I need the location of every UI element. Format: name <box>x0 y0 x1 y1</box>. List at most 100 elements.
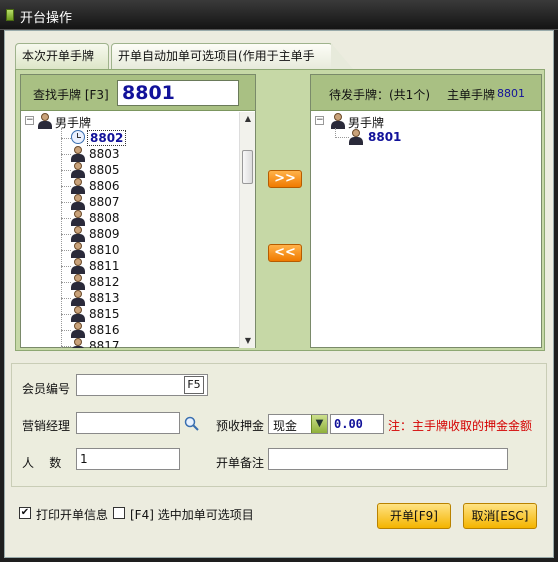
person-icon <box>71 242 85 258</box>
person-icon <box>71 274 85 290</box>
scroll-down-icon[interactable]: ▼ <box>240 334 256 348</box>
person-icon <box>71 162 85 178</box>
handcard-label: 8811 <box>89 259 120 273</box>
search-label: 查找手牌 [F3] <box>33 88 109 102</box>
handcard-panel: 查找手牌 [F3] 8801 − 男手牌 8802 8803 8805 8806 880… <box>15 69 545 351</box>
remark-label: 开单备注 <box>216 456 265 470</box>
collapse-icon[interactable]: − <box>25 116 34 125</box>
main-handcard-label: 主单手牌 <box>447 88 496 102</box>
deposit-method-value: 现金 <box>273 419 298 433</box>
tree-guide-line <box>61 250 71 251</box>
handcard-label: 8809 <box>89 227 120 241</box>
handcard-label: 8803 <box>89 147 120 161</box>
dialog-body: 本次开单手牌 开单自动加单可选项目(作用于主单手牌) 查找手牌 [F3] 880… <box>4 30 554 558</box>
person-icon <box>71 290 85 306</box>
person-icon <box>71 258 85 274</box>
scroll-thumb[interactable] <box>242 150 253 184</box>
deposit-amount-input[interactable]: 0.00 <box>330 414 384 434</box>
tab-current-handcards[interactable]: 本次开单手牌 <box>15 43 109 69</box>
handcard-label: 8816 <box>89 323 120 337</box>
pending-count-label: 待发手牌：(共1个) <box>329 88 430 102</box>
handcard-label: 8813 <box>89 291 120 305</box>
handcard-item[interactable]: 8803 <box>21 146 239 162</box>
select-add-items-label[interactable]: [F4] 选中加单可选项目 <box>130 506 254 523</box>
select-add-items-checkbox[interactable] <box>113 507 125 519</box>
cancel-button[interactable]: 取消[ESC] <box>463 503 537 529</box>
search-input[interactable]: 8801 <box>117 80 239 106</box>
tree-guide-line <box>61 346 71 347</box>
tree-guide-line <box>61 234 71 235</box>
print-info-checkbox[interactable]: ✔ <box>19 507 31 519</box>
handcard-label: 8805 <box>89 163 120 177</box>
handcard-item[interactable]: 8808 <box>21 210 239 226</box>
window-title: 开台操作 <box>20 11 73 26</box>
handcard-item[interactable]: 8815 <box>21 306 239 322</box>
person-icon <box>71 146 85 162</box>
tree-guide-line <box>61 330 71 331</box>
tree-guide-line <box>61 266 71 267</box>
person-icon <box>349 129 363 145</box>
deposit-method-select[interactable]: 现金 ▼ <box>268 414 328 434</box>
tree-guide-line <box>61 282 71 283</box>
tree-guide-line <box>61 314 71 315</box>
handcard-item[interactable]: 8816 <box>21 322 239 338</box>
title-bar[interactable]: 开台操作 <box>0 0 558 30</box>
handcard-item[interactable]: 8809 <box>21 226 239 242</box>
handcard-item[interactable]: 8810 <box>21 242 239 258</box>
person-icon <box>331 113 345 129</box>
deposit-label: 预收押金 <box>216 419 265 433</box>
remove-handcard-button[interactable]: << <box>268 244 302 262</box>
person-icon <box>71 178 85 194</box>
member-lookup-key[interactable]: F5 <box>184 376 204 394</box>
person-icon <box>71 194 85 210</box>
pending-tree: − 男手牌 8801 <box>311 112 541 348</box>
tree-guide-line <box>335 128 349 138</box>
handcard-label: 8817 <box>89 339 120 348</box>
handcard-item[interactable]: 8812 <box>21 274 239 290</box>
handcard-item[interactable]: 8813 <box>21 290 239 306</box>
open-order-button[interactable]: 开单[F9] <box>377 503 451 529</box>
person-icon <box>38 113 52 129</box>
tree-scrollbar[interactable]: ▲ ▼ <box>239 112 255 348</box>
tree-guide-line <box>61 186 71 187</box>
handcard-label: 8812 <box>89 275 120 289</box>
tree-guide-line <box>61 218 71 219</box>
dialog-window: 开台操作 本次开单手牌 开单自动加单可选项目(作用于主单手牌) 查找手牌 [F3… <box>0 0 558 562</box>
clock-person-icon <box>71 130 85 146</box>
tab-label: 本次开单手牌 <box>22 49 95 63</box>
handcard-label: 8807 <box>89 195 120 209</box>
tab-decoration <box>331 43 353 69</box>
people-label: 人 数 <box>22 456 62 470</box>
collapse-icon[interactable]: − <box>315 116 324 125</box>
handcard-item[interactable]: 8811 <box>21 258 239 274</box>
handcard-item[interactable]: 8805 <box>21 162 239 178</box>
scroll-up-icon[interactable]: ▲ <box>240 112 256 126</box>
print-info-label[interactable]: 打印开单信息 <box>36 506 108 523</box>
tab-auto-add-items[interactable]: 开单自动加单可选项目(作用于主单手牌) <box>111 43 333 87</box>
open-order-form: 会员编号 F5 营销经理 预收押金 现金 ▼ 0.00 注：主手牌收取的押金金额… <box>11 363 547 487</box>
people-input[interactable]: 1 <box>76 448 180 470</box>
search-icon[interactable] <box>184 416 200 432</box>
handcard-item[interactable]: 8806 <box>21 178 239 194</box>
manager-label: 营销经理 <box>22 419 71 433</box>
remark-input[interactable] <box>268 448 508 470</box>
handcard-item[interactable]: 8807 <box>21 194 239 210</box>
person-icon <box>71 322 85 338</box>
handcard-item[interactable]: 8817 <box>21 338 239 348</box>
deposit-note: 注：主手牌收取的押金金额 <box>388 419 533 433</box>
handcard-item[interactable]: 8802 <box>21 130 239 146</box>
person-icon <box>71 226 85 242</box>
tree-guide-line <box>61 170 71 171</box>
chevron-down-icon[interactable]: ▼ <box>311 415 327 433</box>
available-tree: − 男手牌 8802 8803 8805 8806 8807 8808 8809 8810 88… <box>21 112 239 348</box>
handcard-label: 8806 <box>89 179 120 193</box>
pending-item[interactable]: 8801 <box>368 130 401 144</box>
tree-guide-line <box>61 298 71 299</box>
handcard-label: 8815 <box>89 307 120 321</box>
manager-input[interactable] <box>76 412 180 434</box>
handcard-label: 8802 <box>87 130 127 146</box>
pending-handcards-pane: 待发手牌：(共1个) 主单手牌 8801 − 男手牌 8801 <box>310 74 542 348</box>
add-handcard-button[interactable]: >> <box>268 170 302 188</box>
app-icon <box>6 9 14 21</box>
handcard-label: 8808 <box>89 211 120 225</box>
